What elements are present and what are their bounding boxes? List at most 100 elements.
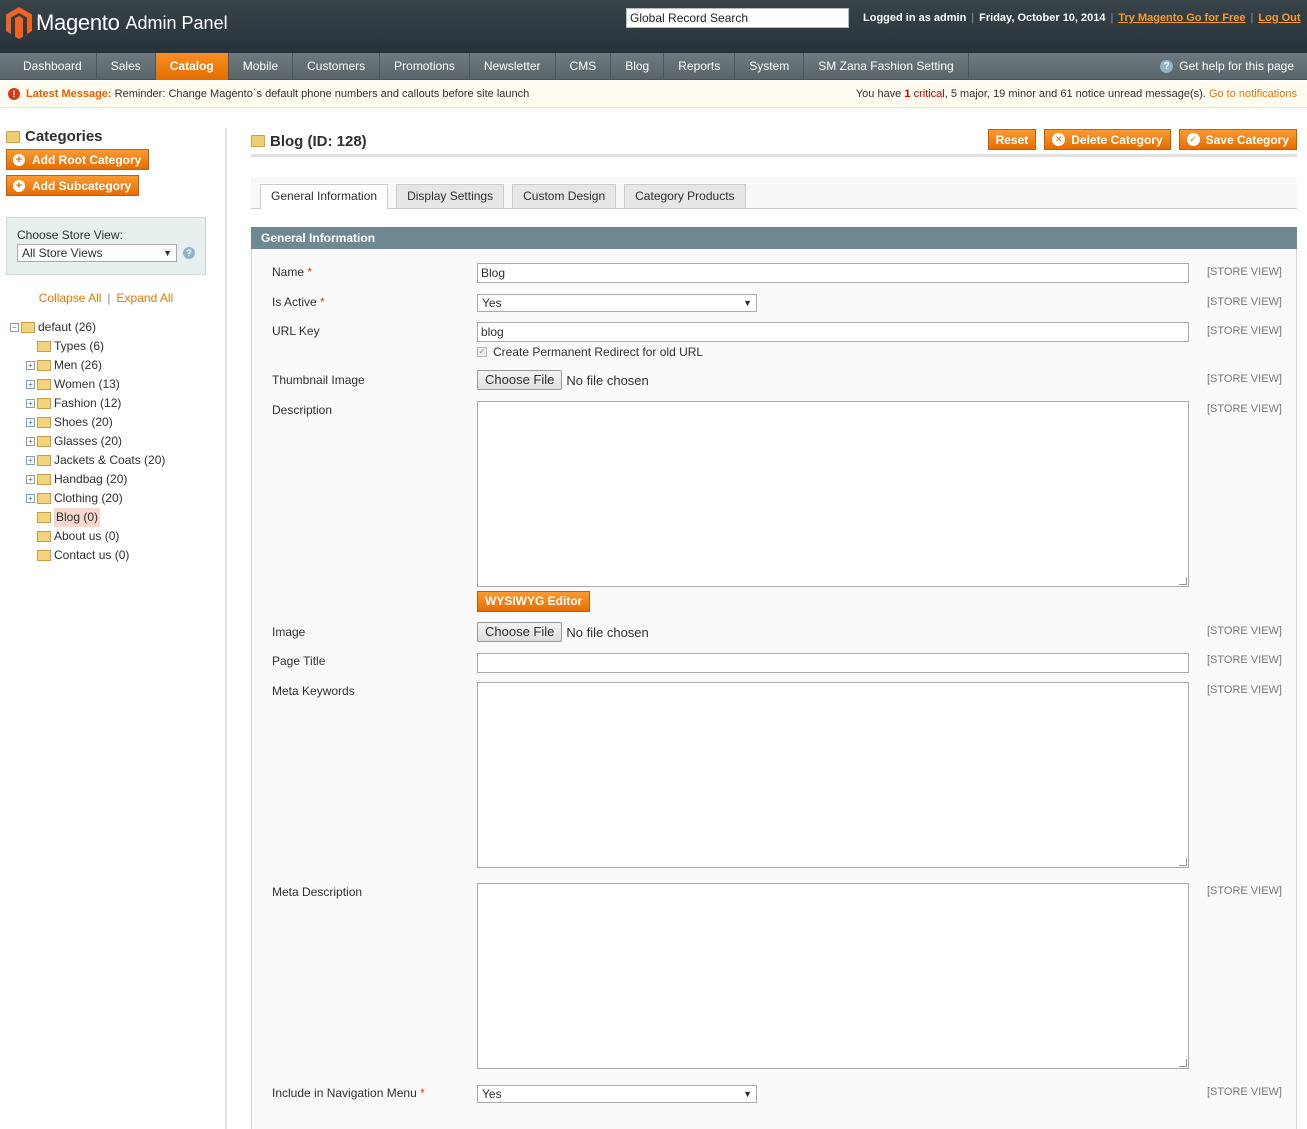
tree-item-label: Shoes (20) <box>54 415 113 429</box>
meta-description-textarea[interactable] <box>477 883 1189 1069</box>
resize-grip-icon[interactable] <box>1179 577 1187 585</box>
expand-icon[interactable]: + <box>26 418 35 427</box>
help-link[interactable]: ? Get help for this page <box>1160 53 1294 79</box>
global-search-input[interactable] <box>626 8 849 28</box>
add-subcategory-button[interactable]: + Add Subcategory <box>6 175 140 196</box>
reset-button[interactable]: Reset <box>987 129 1037 150</box>
tree-item-label: Jackets & Coats (20) <box>54 453 166 467</box>
tree-item[interactable]: Types (6) <box>6 337 206 356</box>
tab-general-information[interactable]: General Information <box>260 184 389 209</box>
tree-item[interactable]: + Clothing (20) <box>6 489 206 508</box>
tree-item[interactable]: Blog (0) <box>6 508 206 527</box>
thumbnail-file-input[interactable]: Choose File No file chosen <box>477 370 649 390</box>
folder-icon <box>37 550 51 561</box>
brand-name: Magento <box>36 10 120 35</box>
help-icon[interactable]: ? <box>183 247 195 259</box>
nav-item-cms[interactable]: CMS <box>556 53 612 80</box>
folder-icon <box>37 531 51 542</box>
nav-item-sales[interactable]: Sales <box>97 53 156 80</box>
tree-item[interactable]: + Men (26) <box>6 356 206 375</box>
add-root-category-button[interactable]: + Add Root Category <box>6 149 150 170</box>
tab-custom-design[interactable]: Custom Design <box>512 184 617 208</box>
tree-item-label: Types (6) <box>54 339 105 353</box>
collapse-icon[interactable]: − <box>10 323 19 332</box>
thumbnail-image-label: Thumbnail Image <box>272 373 365 387</box>
logout-link[interactable]: Log Out <box>1258 12 1300 24</box>
permanent-redirect-checkbox[interactable]: ✓ Create Permanent Redirect for old URL <box>477 345 703 359</box>
tree-item[interactable]: + Women (13) <box>6 375 206 394</box>
dropdown-arrow-icon: ▼ <box>743 1089 752 1099</box>
tree-item[interactable]: − defaut (26) <box>6 318 206 337</box>
expand-icon[interactable]: + <box>26 494 35 503</box>
expand-icon[interactable]: + <box>26 456 35 465</box>
save-category-button[interactable]: ✓ Save Category <box>1178 129 1297 150</box>
tab-display-settings[interactable]: Display Settings <box>396 184 505 208</box>
main-nav: Dashboard Sales Catalog Mobile Customers Prom… <box>0 53 1307 80</box>
tab-category-products[interactable]: Category Products <box>624 184 746 208</box>
resize-grip-icon[interactable] <box>1179 858 1187 866</box>
content-header: Blog (ID: 128) Reset ✕ Delete Category ✓ S… <box>251 128 1297 157</box>
tree-item-label: About us (0) <box>54 529 120 543</box>
name-input[interactable]: Blog <box>477 263 1189 283</box>
general-information-fieldset: Name * Blog [STORE VIEW] Is Active * Yes… <box>251 249 1297 1129</box>
expand-icon[interactable]: + <box>26 361 35 370</box>
tree-item[interactable]: About us (0) <box>6 527 206 546</box>
nav-item-reports[interactable]: Reports <box>664 53 736 80</box>
try-magento-link[interactable]: Try Magento Go for Free <box>1118 12 1245 24</box>
is-active-select[interactable]: Yes ▼ <box>477 294 757 312</box>
folder-icon <box>37 474 51 485</box>
url-key-input[interactable]: blog <box>477 322 1189 342</box>
sidebar-divider <box>225 128 227 1129</box>
logo[interactable]: Magento Admin Panel <box>6 7 228 39</box>
tree-item-label: Glasses (20) <box>54 434 123 448</box>
expand-icon[interactable]: + <box>26 380 35 389</box>
wysiwyg-editor-button[interactable]: WYSIWYG Editor <box>477 591 591 612</box>
tree-item[interactable]: + Jackets & Coats (20) <box>6 451 206 470</box>
nav-item-mobile[interactable]: Mobile <box>229 53 294 80</box>
folder-icon <box>251 135 265 147</box>
meta-description-label: Meta Description <box>272 885 363 899</box>
tree-item-label: Contact us (0) <box>54 548 130 562</box>
latest-message: Latest Message: Reminder: Change Magento… <box>26 88 530 100</box>
collapse-all-link[interactable]: Collapse All <box>39 291 102 305</box>
choose-file-button[interactable]: Choose File <box>477 622 563 642</box>
delete-category-button[interactable]: ✕ Delete Category <box>1044 129 1171 150</box>
help-icon: ? <box>1160 59 1174 73</box>
expand-icon[interactable]: + <box>26 475 35 484</box>
tree-item[interactable]: + Shoes (20) <box>6 413 206 432</box>
store-view-select[interactable]: All Store Views ▼ <box>17 244 178 262</box>
tree-item[interactable]: + Fashion (12) <box>6 394 206 413</box>
tree-item-label: defaut (26) <box>38 320 97 334</box>
expand-all-link[interactable]: Expand All <box>117 291 174 305</box>
meta-keywords-label: Meta Keywords <box>272 684 355 698</box>
tree-item[interactable]: Contact us (0) <box>6 546 206 565</box>
meta-keywords-textarea[interactable] <box>477 682 1189 868</box>
nav-item-customers[interactable]: Customers <box>293 53 381 80</box>
page-title-input[interactable] <box>477 653 1189 673</box>
tree-item[interactable]: + Glasses (20) <box>6 432 206 451</box>
expand-icon[interactable]: + <box>26 437 35 446</box>
folder-icon <box>37 379 51 390</box>
image-file-input[interactable]: Choose File No file chosen <box>477 622 649 642</box>
tree-item-label: Blog (0) <box>54 508 101 527</box>
go-to-notifications-link[interactable]: Go to notifications <box>1209 88 1297 100</box>
choose-file-button[interactable]: Choose File <box>477 370 563 390</box>
alert-icon: ! <box>8 88 20 100</box>
nav-item-newsletter[interactable]: Newsletter <box>470 53 556 80</box>
nav-item-promotions[interactable]: Promotions <box>380 53 470 80</box>
nav-item-blog[interactable]: Blog <box>611 53 665 80</box>
expand-icon[interactable]: + <box>26 399 35 408</box>
plus-icon: + <box>13 153 25 166</box>
tree-item[interactable]: + Handbag (20) <box>6 470 206 489</box>
nav-item-dashboard[interactable]: Dashboard <box>0 53 97 80</box>
folder-icon <box>37 455 51 466</box>
description-textarea[interactable] <box>477 401 1189 587</box>
nav-item-catalog[interactable]: Catalog <box>155 53 229 80</box>
resize-grip-icon[interactable] <box>1179 1059 1187 1067</box>
nav-item-sm-zana-fashion-setting[interactable]: SM Zana Fashion Setting <box>804 53 969 80</box>
nav-item-system[interactable]: System <box>735 53 805 80</box>
include-in-nav-select[interactable]: Yes ▼ <box>477 1085 757 1103</box>
